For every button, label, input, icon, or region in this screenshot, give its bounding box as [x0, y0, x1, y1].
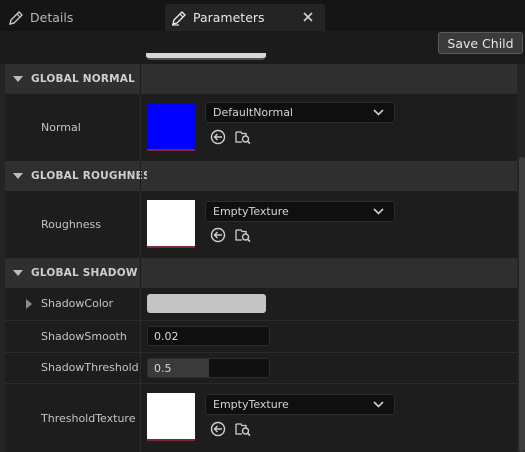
column-divider	[140, 191, 141, 258]
vertical-scrollbar[interactable]	[519, 157, 525, 452]
property-label: Roughness	[41, 218, 102, 231]
column-divider	[140, 353, 141, 383]
slider-field[interactable]: 0.5	[147, 358, 270, 378]
property-row-shadow-smooth: ShadowSmooth 0.02	[5, 320, 517, 352]
chevron-right-icon[interactable]	[25, 299, 33, 309]
chevron-down-icon	[373, 109, 384, 116]
category-title: GLOBAL SHADOW	[31, 267, 138, 279]
texture-combo[interactable]: EmptyTexture	[205, 394, 395, 415]
texture-combo-value: DefaultNormal	[213, 106, 293, 119]
column-divider	[140, 94, 141, 161]
color-swatch[interactable]	[147, 294, 266, 313]
column-divider	[140, 288, 141, 320]
column-divider	[140, 64, 141, 94]
tab-bar: Details Parameters	[0, 0, 525, 31]
category-global-shadow[interactable]: GLOBAL SHADOW	[5, 258, 517, 288]
texture-combo-value: EmptyTexture	[213, 205, 289, 218]
category-global-roughness[interactable]: GLOBAL ROUGHNESS	[5, 161, 517, 191]
save-child-button[interactable]: Save Child	[438, 32, 523, 54]
tab-parameters-label: Parameters	[193, 10, 265, 25]
chevron-down-icon	[373, 401, 384, 408]
category-title: GLOBAL ROUGHNESS	[31, 170, 147, 182]
category-title: GLOBAL NORMAL	[31, 73, 136, 85]
property-row-shadow-color: ShadowColor	[5, 288, 517, 320]
texture-combo[interactable]: EmptyTexture	[205, 201, 395, 222]
tab-details[interactable]: Details	[0, 4, 164, 31]
details-list: GLOBAL NORMAL Normal DefaultNormal GLOBA…	[5, 64, 517, 452]
pencil-icon	[9, 10, 23, 25]
partial-thumbnail	[146, 53, 266, 60]
property-row-shadow-threshold: ShadowThreshold 0.5	[5, 352, 517, 383]
texture-thumbnail[interactable]	[147, 393, 195, 441]
panel-toolbar: Save Child	[0, 31, 525, 64]
use-selected-asset-icon[interactable]	[210, 421, 226, 437]
use-selected-asset-icon[interactable]	[210, 227, 226, 243]
chevron-down-icon	[373, 208, 384, 215]
tab-parameters[interactable]: Parameters	[165, 4, 325, 31]
column-divider	[140, 384, 141, 452]
parameters-panel: Save Child GLOBAL NORMAL Normal DefaultN…	[0, 31, 525, 452]
browse-asset-icon[interactable]	[235, 129, 251, 145]
chevron-down-icon[interactable]	[12, 267, 24, 279]
column-divider	[140, 258, 141, 288]
numeric-value: 0.5	[154, 361, 172, 375]
property-label: Normal	[41, 121, 81, 134]
category-global-normal[interactable]: GLOBAL NORMAL	[5, 64, 517, 94]
texture-thumbnail[interactable]	[147, 200, 195, 248]
chevron-down-icon[interactable]	[12, 170, 24, 182]
texture-combo[interactable]: DefaultNormal	[205, 102, 395, 123]
use-selected-asset-icon[interactable]	[210, 129, 226, 145]
numeric-field[interactable]: 0.02	[147, 326, 270, 346]
column-divider	[140, 161, 141, 191]
property-row-roughness: Roughness EmptyTexture	[5, 191, 517, 258]
texture-combo-value: EmptyTexture	[213, 398, 289, 411]
browse-asset-icon[interactable]	[235, 227, 251, 243]
close-icon[interactable]	[301, 10, 315, 24]
property-row-normal: Normal DefaultNormal	[5, 94, 517, 161]
property-label: ShadowThreshold	[41, 361, 139, 374]
browse-asset-icon[interactable]	[235, 421, 251, 437]
property-label: ThresholdTexture	[41, 412, 136, 425]
pencil-icon	[172, 10, 186, 26]
property-label: ShadowColor	[41, 297, 114, 310]
tab-details-label: Details	[30, 10, 74, 25]
column-divider	[140, 321, 141, 352]
property-row-threshold-texture: ThresholdTexture EmptyTexture	[5, 383, 517, 452]
numeric-value: 0.02	[154, 329, 179, 343]
chevron-down-icon[interactable]	[12, 73, 24, 85]
property-label: ShadowSmooth	[41, 330, 127, 343]
texture-thumbnail[interactable]	[147, 103, 195, 151]
